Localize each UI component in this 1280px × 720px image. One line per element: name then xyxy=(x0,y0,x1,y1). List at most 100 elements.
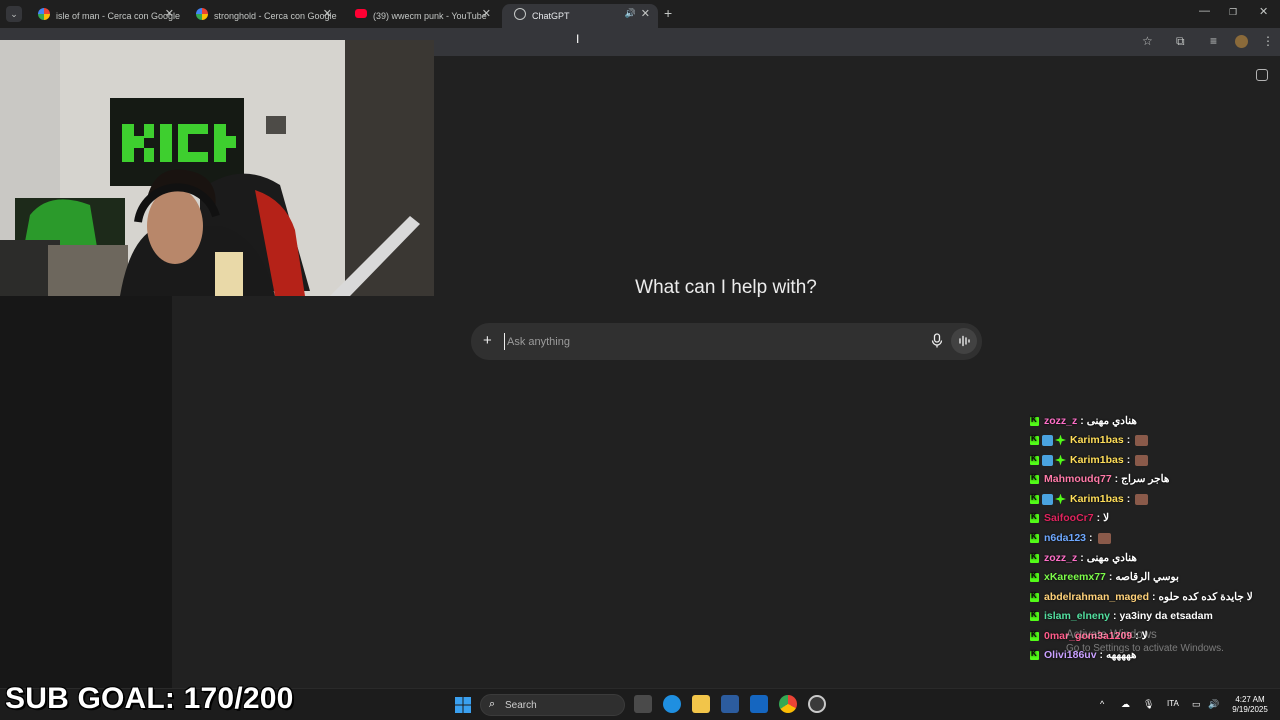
kick-badge-icon xyxy=(1030,473,1039,484)
kick-badge-icon xyxy=(1030,532,1039,543)
file-explorer-icon[interactable] xyxy=(692,695,710,713)
profile-avatar-icon[interactable] xyxy=(1235,35,1248,48)
prompt-input[interactable] xyxy=(504,333,904,350)
edge-icon[interactable] xyxy=(663,695,681,713)
text-cursor-icon: I xyxy=(576,32,580,46)
chat-message: zozz_z: هنادي مهنى xyxy=(1030,412,1137,430)
chat-username: xKareemx77 xyxy=(1044,571,1106,583)
watermark-title: Activate Windows xyxy=(1066,629,1157,641)
chat-username: n6da123 xyxy=(1044,532,1087,544)
chat-message: islam_elneny: ya3iny da etsadam xyxy=(1030,607,1213,625)
mic-tray-icon[interactable]: 🎙 xyxy=(1143,699,1154,710)
webcam-overlay xyxy=(0,40,434,296)
volume-icon[interactable]: 🔊 xyxy=(1208,699,1219,710)
subscriber-badge-icon xyxy=(1042,434,1053,446)
emote-icon xyxy=(1135,434,1149,446)
subscriber-badge-icon xyxy=(1042,454,1053,466)
google-icon xyxy=(38,8,50,20)
media-controls-icon[interactable]: ≡ xyxy=(1210,34,1217,48)
tab-isle-of-man[interactable]: isle of man - Cerca con Google ✕ xyxy=(26,4,182,28)
page-title: What can I help with? xyxy=(635,277,817,298)
kick-badge-icon xyxy=(1030,493,1039,504)
outlook-icon[interactable] xyxy=(750,695,768,713)
chat-text: لا xyxy=(1103,512,1110,524)
chat-text: لا جايدة كده كده حلوه xyxy=(1158,591,1253,603)
chat-message: xKareemx77: بوسي الرقاصه xyxy=(1030,568,1179,586)
chat-message: Karim1bas: xyxy=(1030,451,1149,469)
chatgpt-icon xyxy=(514,8,526,20)
task-view-icon[interactable] xyxy=(634,695,652,713)
microphone-icon[interactable] xyxy=(930,333,944,349)
onedrive-icon[interactable]: ☁ xyxy=(1121,699,1130,710)
browser-tab-bar: ⌄ isle of man - Cerca con Google ✕ stron… xyxy=(0,0,1280,28)
chat-username: zozz_z xyxy=(1044,415,1078,427)
chat-message: Karim1bas: xyxy=(1030,490,1149,508)
chat-text: ya3iny da etsadam xyxy=(1119,610,1213,622)
temporary-chat-icon[interactable] xyxy=(1256,69,1268,81)
chat-username: Karim1bas xyxy=(1070,493,1124,505)
sparkle-badge-icon xyxy=(1055,493,1066,505)
kick-badge-icon xyxy=(1030,454,1039,465)
watermark-subtitle: Go to Settings to activate Windows. xyxy=(1066,643,1224,654)
sidebar xyxy=(0,296,172,688)
network-icon[interactable]: ▭ xyxy=(1192,699,1201,710)
restore-icon[interactable]: ❐ xyxy=(1229,7,1237,18)
chat-message: SaifooCr7: لا xyxy=(1030,509,1109,527)
sub-goal-overlay: SUB GOAL: 170/200 xyxy=(5,682,294,715)
tab-chatgpt[interactable]: ChatGPT 🔊 ✕ xyxy=(502,4,658,28)
app-icon[interactable] xyxy=(808,695,826,713)
kick-badge-icon xyxy=(1030,630,1039,641)
store-icon[interactable] xyxy=(721,695,739,713)
voice-mode-button[interactable] xyxy=(951,328,977,354)
tab-search-button[interactable]: ⌄ xyxy=(6,6,22,22)
sparkle-badge-icon xyxy=(1055,434,1066,446)
language-indicator[interactable]: ITA xyxy=(1167,699,1179,708)
minimize-icon[interactable]: — xyxy=(1199,5,1210,17)
youtube-icon xyxy=(355,9,367,18)
chat-message: Mahmoudq77: هاجر سراج xyxy=(1030,470,1169,488)
menu-kebab-icon[interactable]: ⋮ xyxy=(1262,34,1274,48)
tab-title: stronghold - Cerca con Google xyxy=(214,11,337,21)
kick-badge-icon xyxy=(1030,552,1039,563)
bookmark-star-icon[interactable]: ☆ xyxy=(1142,34,1153,48)
kick-badge-icon xyxy=(1030,649,1039,660)
clock-time: 4:27 AM xyxy=(1235,695,1265,704)
clock-date: 9/19/2025 xyxy=(1232,705,1268,714)
chat-username: Karim1bas xyxy=(1070,434,1124,446)
kick-badge-icon xyxy=(1030,434,1039,445)
kick-badge-icon xyxy=(1030,512,1039,523)
tab-stronghold[interactable]: stronghold - Cerca con Google ✕ xyxy=(184,4,340,28)
close-tab-icon[interactable]: ✕ xyxy=(641,7,650,20)
close-tab-icon[interactable]: ✕ xyxy=(165,7,174,20)
kick-badge-icon xyxy=(1030,591,1039,602)
close-window-icon[interactable]: ✕ xyxy=(1259,5,1268,18)
chat-username: zozz_z xyxy=(1044,552,1078,564)
chat-message: n6da123: xyxy=(1030,529,1111,547)
chrome-icon[interactable] xyxy=(779,695,797,713)
composer: + xyxy=(471,323,982,360)
tab-title: isle of man - Cerca con Google xyxy=(56,11,181,21)
close-tab-icon[interactable]: ✕ xyxy=(482,7,491,20)
taskbar-search[interactable]: ⌕ Search xyxy=(480,694,625,716)
kick-badge-icon xyxy=(1030,415,1039,426)
chat-username: islam_elneny xyxy=(1044,610,1110,622)
chat-username: Mahmoudq77 xyxy=(1044,473,1112,485)
add-attachment-button[interactable]: + xyxy=(483,332,492,349)
tab-title: (39) wwecm punk - YouTube xyxy=(373,11,487,21)
windows-start-icon[interactable] xyxy=(455,697,471,713)
close-tab-icon[interactable]: ✕ xyxy=(323,7,332,20)
extensions-icon[interactable]: ⧉ xyxy=(1176,34,1185,49)
chat-text: هاجر سراج xyxy=(1121,473,1170,485)
subscriber-badge-icon xyxy=(1042,493,1053,505)
system-clock[interactable]: 4:27 AM 9/19/2025 xyxy=(1226,695,1274,715)
chat-text: هنادي مهنى xyxy=(1086,552,1137,564)
speaker-icon[interactable]: 🔊 xyxy=(625,8,636,19)
chat-message: zozz_z: هنادي مهنى xyxy=(1030,549,1137,567)
emote-icon xyxy=(1135,454,1149,466)
tab-title: ChatGPT xyxy=(532,11,570,21)
tray-overflow-icon[interactable]: ^ xyxy=(1100,699,1104,709)
tab-youtube[interactable]: (39) wwecm punk - YouTube ✕ xyxy=(343,4,499,28)
new-tab-button[interactable]: + xyxy=(664,5,672,21)
streamer-webcam-image xyxy=(0,40,434,296)
emote-icon xyxy=(1097,532,1111,544)
